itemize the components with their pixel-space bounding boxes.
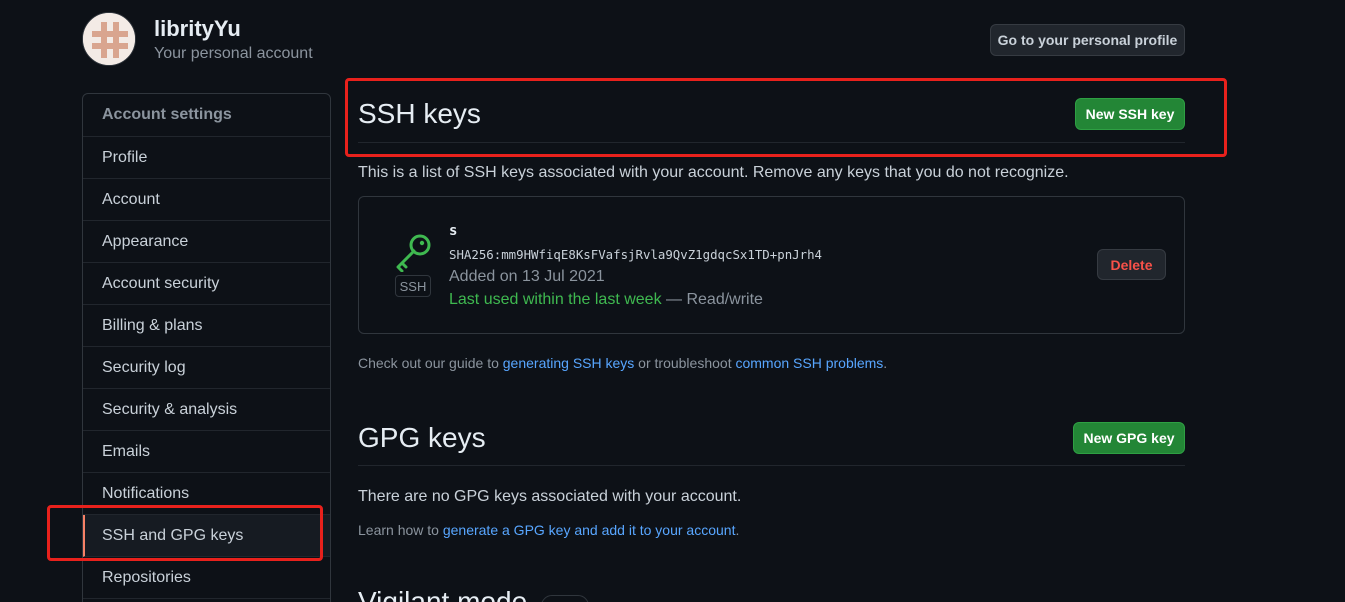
ssh-guide-middle: or troubleshoot xyxy=(634,355,736,371)
ssh-key-last-used: Last used within the last week xyxy=(449,291,662,308)
gpg-learn-prefix: Learn how to xyxy=(358,522,443,538)
sidebar-item-emails[interactable]: Emails xyxy=(83,431,330,473)
gpg-divider xyxy=(358,465,1185,466)
ssh-description: This is a list of SSH keys associated wi… xyxy=(358,164,1069,181)
sidebar-item-ssh-gpg-keys[interactable]: SSH and GPG keys xyxy=(83,515,330,557)
ssh-key-name: s xyxy=(449,223,458,239)
ssh-guide-suffix: . xyxy=(883,355,888,371)
ssh-key-card xyxy=(358,196,1185,334)
ssh-key-usage: Last used within the last week — Read/wr… xyxy=(449,291,763,309)
account-subtitle: Your personal account xyxy=(154,45,313,62)
ssh-type-badge: SSH xyxy=(395,275,431,297)
sidebar-item-repositories[interactable]: Repositories xyxy=(83,557,330,599)
go-to-profile-button[interactable]: Go to your personal profile xyxy=(990,24,1185,56)
ssh-divider xyxy=(358,142,1185,143)
new-ssh-key-button[interactable]: New SSH key xyxy=(1075,98,1185,130)
generate-gpg-key-link[interactable]: generate a GPG key and add it to your ac… xyxy=(443,522,736,538)
ssh-guide-prefix: Check out our guide to xyxy=(358,355,503,371)
settings-page: librityYu Your personal account Go to yo… xyxy=(0,0,1345,602)
ssh-key-added-date: Added on 13 Jul 2021 xyxy=(449,268,605,285)
generating-ssh-keys-link[interactable]: generating SSH keys xyxy=(503,355,635,371)
sidebar-item-billing[interactable]: Billing & plans xyxy=(83,305,330,347)
gpg-learn-text: Learn how to generate a GPG key and add … xyxy=(358,522,739,538)
common-ssh-problems-link[interactable]: common SSH problems xyxy=(735,355,883,371)
sidebar-item-account[interactable]: Account xyxy=(83,179,330,221)
sidebar-item-notifications[interactable]: Notifications xyxy=(83,473,330,515)
ssh-guide-text: Check out our guide to generating SSH ke… xyxy=(358,355,887,371)
delete-ssh-key-button[interactable]: Delete xyxy=(1097,249,1166,280)
settings-sidebar: Account settings Profile Account Appeara… xyxy=(82,93,331,602)
ssh-key-fingerprint: SHA256:mm9HWfiqE8KsFVafsjRvla9QvZ1gdqcSx… xyxy=(449,247,822,262)
sidebar-item-security-analysis[interactable]: Security & analysis xyxy=(83,389,330,431)
new-gpg-key-button[interactable]: New GPG key xyxy=(1073,422,1185,454)
sidebar-item-account-security[interactable]: Account security xyxy=(83,263,330,305)
account-username[interactable]: librityYu xyxy=(154,16,241,42)
gpg-keys-title: GPG keys xyxy=(358,422,486,453)
sidebar-item-security-log[interactable]: Security log xyxy=(83,347,330,389)
key-icon xyxy=(393,232,435,273)
ssh-key-access: — Read/write xyxy=(666,291,763,308)
vigilant-mode-title: Vigilant mode xyxy=(358,586,528,602)
avatar[interactable] xyxy=(82,12,136,66)
sidebar-item-appearance[interactable]: Appearance xyxy=(83,221,330,263)
gpg-learn-suffix: . xyxy=(735,522,740,538)
gpg-empty-message: There are no GPG keys associated with yo… xyxy=(358,488,742,505)
vigilant-mode-badge xyxy=(541,595,589,602)
ssh-keys-title: SSH keys xyxy=(358,98,481,129)
sidebar-item-profile[interactable]: Profile xyxy=(83,137,330,179)
sidebar-heading: Account settings xyxy=(83,94,330,137)
